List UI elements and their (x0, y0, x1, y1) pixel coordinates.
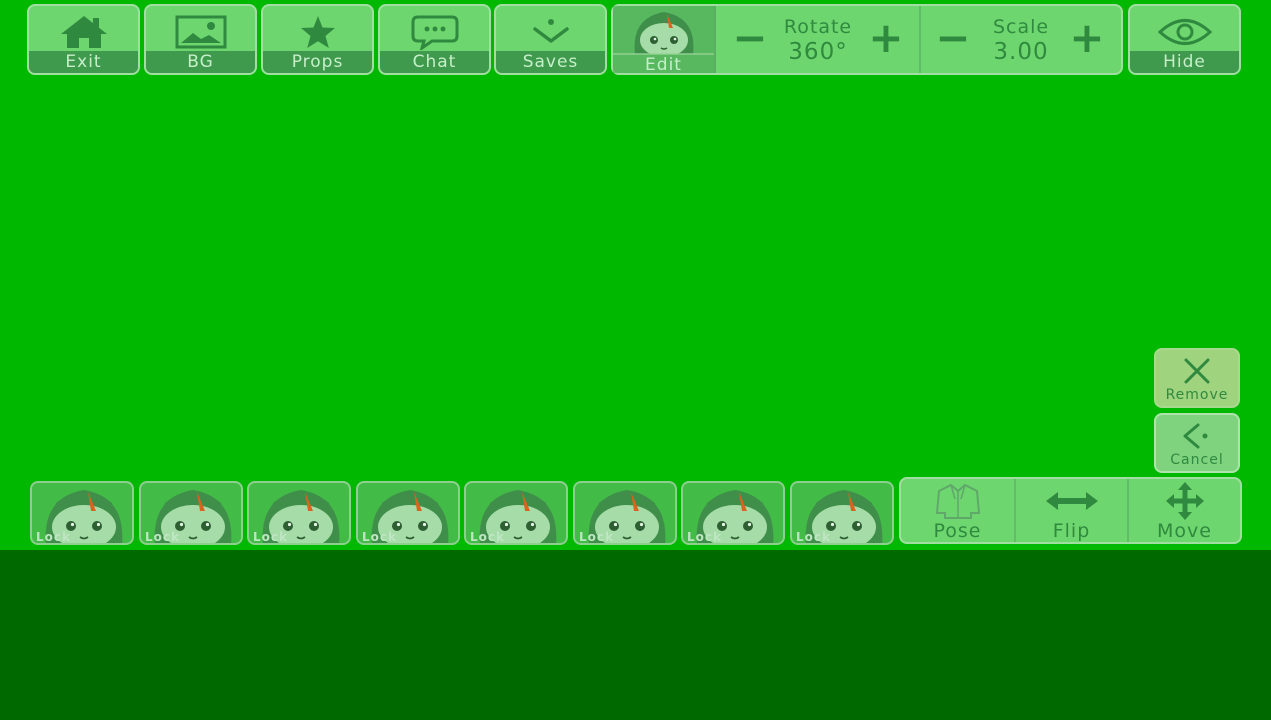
character-slot-6[interactable]: Lock (573, 481, 677, 545)
jacket-icon (901, 482, 1014, 520)
lock-label: Lock (145, 530, 180, 544)
remove-label: Remove (1165, 387, 1229, 403)
rotate-increase-button[interactable]: + (866, 17, 906, 59)
rotate-control: − Rotate 360° + (718, 6, 918, 73)
exit-label: Exit (29, 51, 138, 73)
props-label: Props (263, 51, 372, 73)
bg-button[interactable]: BG (144, 4, 257, 75)
pose-button[interactable]: Pose (901, 479, 1014, 542)
character-face-icon (629, 8, 699, 58)
lower-backdrop (0, 550, 1271, 720)
back-arrow-icon (1156, 421, 1238, 451)
four-way-arrow-icon (1129, 482, 1240, 520)
transform-controls: Edit − Rotate 360° + − Scale 3.00 + (611, 4, 1123, 75)
stage-canvas[interactable] (0, 0, 1271, 550)
save-check-icon (496, 12, 605, 52)
lock-label: Lock (362, 530, 397, 544)
hide-button[interactable]: Hide (1128, 4, 1241, 75)
eye-icon (1130, 12, 1239, 52)
props-button[interactable]: Props (261, 4, 374, 75)
x-icon (1156, 356, 1238, 386)
hide-label: Hide (1130, 51, 1239, 73)
chat-button[interactable]: Chat (378, 4, 491, 75)
saves-button[interactable]: Saves (494, 4, 607, 75)
flip-button[interactable]: Flip (1014, 479, 1127, 542)
speech-bubble-icon (380, 12, 489, 52)
exit-button[interactable]: Exit (27, 4, 140, 75)
lock-label: Lock (796, 530, 831, 544)
image-icon (146, 12, 255, 52)
character-slot-4[interactable]: Lock (356, 481, 460, 545)
double-arrow-icon (1016, 482, 1127, 520)
pose-label: Pose (933, 520, 982, 542)
bg-label: BG (146, 51, 255, 73)
scale-increase-button[interactable]: + (1067, 17, 1107, 59)
character-slot-8[interactable]: Lock (790, 481, 894, 545)
character-slot-7[interactable]: Lock (681, 481, 785, 545)
lock-label: Lock (687, 530, 722, 544)
scale-control: − Scale 3.00 + (919, 6, 1121, 73)
lock-label: Lock (470, 530, 505, 544)
character-slot-5[interactable]: Lock (464, 481, 568, 545)
edit-button[interactable]: Edit (613, 6, 716, 75)
chat-label: Chat (380, 51, 489, 73)
character-slot-1[interactable]: Lock (30, 481, 134, 545)
edit-label: Edit (613, 53, 714, 75)
cancel-button[interactable]: Cancel (1154, 413, 1240, 473)
remove-button[interactable]: Remove (1154, 348, 1240, 408)
star-icon (263, 12, 372, 52)
lock-label: Lock (253, 530, 288, 544)
lock-label: Lock (36, 530, 71, 544)
saves-label: Saves (496, 51, 605, 73)
flip-label: Flip (1052, 520, 1091, 542)
move-label: Move (1157, 520, 1212, 542)
lock-label: Lock (579, 530, 614, 544)
character-actions: Pose Flip Move (899, 477, 1242, 544)
character-slot-2[interactable]: Lock (139, 481, 243, 545)
cancel-label: Cancel (1170, 452, 1224, 468)
house-icon (29, 12, 138, 52)
move-button[interactable]: Move (1127, 479, 1240, 542)
character-slot-3[interactable]: Lock (247, 481, 351, 545)
